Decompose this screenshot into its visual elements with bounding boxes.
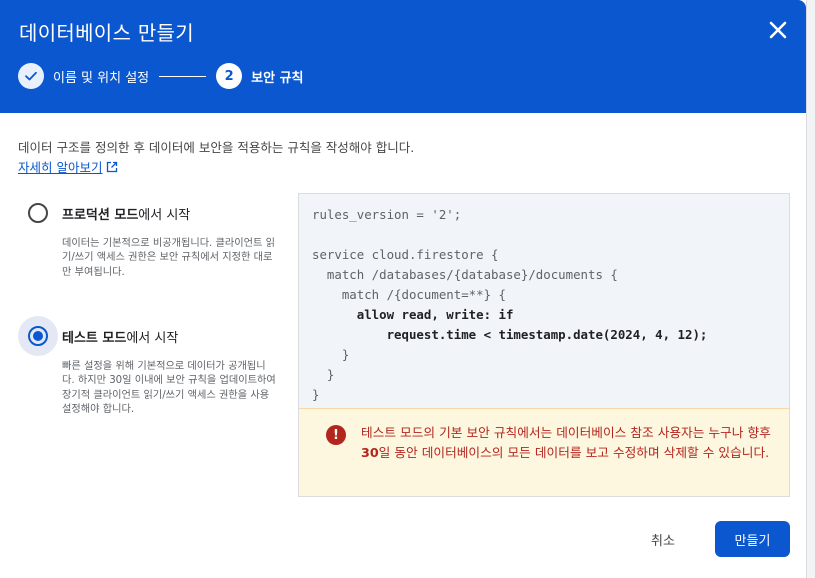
production-mode-radio[interactable] — [18, 193, 58, 233]
check-icon — [18, 63, 44, 89]
rules-code: rules_version = '2'; service cloud.fires… — [312, 205, 707, 405]
open-in-new-icon — [107, 161, 118, 172]
code-line: } — [312, 387, 320, 402]
create-database-dialog: 데이터베이스 만들기 이름 및 위치 설정 2 보안 규칙 데이터 구조를 정의… — [0, 0, 806, 578]
cancel-button[interactable]: 취소 — [634, 522, 692, 556]
code-line: match /{document=**} { — [312, 287, 506, 302]
step-2-number: 2 — [216, 63, 243, 89]
warning-text: 테스트 모드의 기본 보안 규칙에서는 데이터베이스 참조 사용자는 누구나 향… — [361, 425, 771, 460]
test-mode-title: 테스트 모드에서 시작 — [62, 331, 179, 346]
code-line: allow read, write: if — [312, 307, 514, 322]
test-mode-warning: ! 테스트 모드의 기본 보안 규칙에서는 데이터베이스 참조 사용자는 누구나… — [299, 408, 789, 496]
intro-text: 데이터 구조를 정의한 후 데이터에 보안을 적용하는 규칙을 작성해야 합니다… — [18, 140, 415, 155]
code-line: } — [312, 347, 350, 362]
code-line: rules_version = '2'; — [312, 207, 462, 222]
create-button[interactable]: 만들기 — [715, 521, 790, 557]
security-rules-preview: rules_version = '2'; service cloud.fires… — [298, 193, 790, 497]
learn-more-label: 자세히 알아보기 — [18, 160, 103, 175]
step-1-label: 이름 및 위치 설정 — [53, 70, 150, 86]
test-mode-radio[interactable] — [18, 316, 58, 356]
page-scrollbar[interactable] — [806, 0, 815, 578]
step-connector — [159, 75, 207, 77]
dialog-title: 데이터베이스 만들기 — [19, 21, 194, 45]
learn-more-link[interactable]: 자세히 알아보기 — [18, 157, 118, 176]
production-mode-description: 데이터는 기본적으로 비공개됩니다. 클라이언트 읽기/쓰기 액세스 권한은 보… — [62, 238, 276, 278]
error-icon: ! — [326, 425, 346, 445]
stepper: 이름 및 위치 설정 2 보안 규칙 — [18, 63, 304, 89]
code-line: request.time < timestamp.date(2024, 4, 1… — [312, 327, 708, 342]
dialog-header: 데이터베이스 만들기 이름 및 위치 설정 2 보안 규칙 — [0, 0, 806, 113]
close-icon[interactable] — [766, 18, 790, 42]
code-line: service cloud.firestore { — [312, 247, 499, 262]
code-line: } — [312, 367, 335, 382]
test-mode-description: 빠른 설정을 위해 기본적으로 데이터가 공개됩니다. 하지만 30일 이내에 … — [62, 361, 276, 415]
production-mode-title: 프로덕션 모드에서 시작 — [62, 208, 191, 223]
step-2-label: 보안 규칙 — [251, 70, 304, 86]
code-line: match /databases/{database}/documents { — [312, 267, 618, 282]
